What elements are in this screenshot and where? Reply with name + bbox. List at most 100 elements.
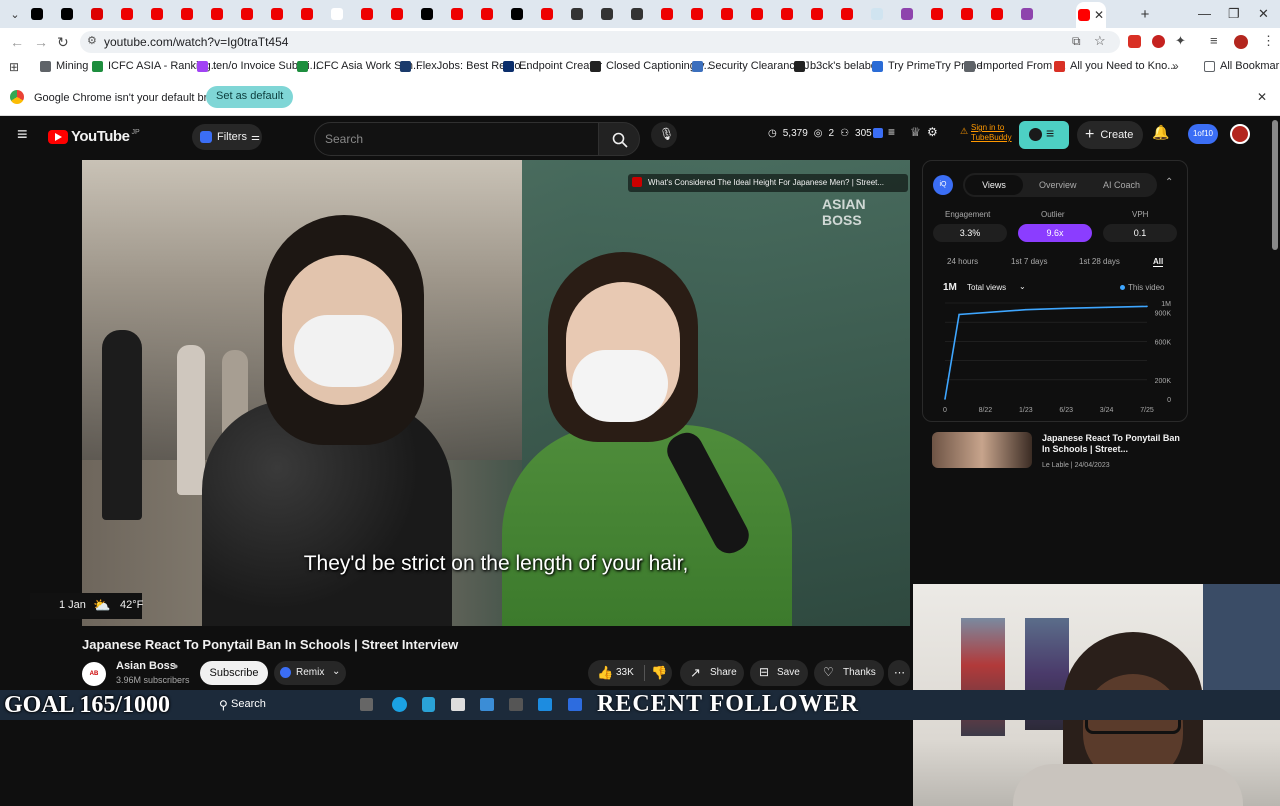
bookmark-item[interactable]: Mining <box>40 60 88 72</box>
browser-tab[interactable] <box>742 4 772 24</box>
views-dropdown[interactable]: Total views <box>967 283 1006 292</box>
browser-tab[interactable] <box>112 4 142 24</box>
range-all[interactable]: All <box>1153 257 1164 267</box>
tubebuddy-sign-in-link[interactable]: Sign in to TubeBuddy <box>971 123 1017 143</box>
browser-tab[interactable] <box>292 4 322 24</box>
youtube-logo[interactable]: YouTube JP <box>48 128 140 145</box>
tab-overview[interactable]: Overview <box>1039 180 1077 190</box>
browser-tab[interactable] <box>562 4 592 24</box>
more-actions-button[interactable]: ⋯ <box>888 660 910 686</box>
end-card[interactable]: What's Considered The Ideal Height For J… <box>628 174 908 192</box>
browser-tab[interactable] <box>682 4 712 24</box>
app-icon[interactable] <box>509 698 523 711</box>
extensions-puzzle-icon[interactable]: ✦ <box>1175 33 1186 49</box>
extension-icon[interactable] <box>1128 35 1141 48</box>
set-default-button[interactable]: Set as default <box>206 86 294 108</box>
menu-icon[interactable]: ⋮ <box>1262 33 1275 49</box>
site-info-icon[interactable]: ⚙ <box>87 34 97 47</box>
thumbs-down-icon[interactable]: 👎 <box>651 665 667 681</box>
like-count[interactable]: 33K <box>616 667 634 678</box>
all-bookmarks[interactable]: All Bookmarks <box>1204 60 1280 72</box>
browser-tab[interactable] <box>1012 4 1042 24</box>
related-thumbnail[interactable] <box>932 432 1032 468</box>
chevron-down-icon[interactable]: ⌄ <box>1019 282 1026 291</box>
browser-tab[interactable] <box>832 4 862 24</box>
zoom-icon[interactable] <box>568 698 582 711</box>
extension-icon[interactable] <box>1152 35 1165 48</box>
tab-ai-coach[interactable]: AI Coach <box>1103 180 1140 190</box>
close-tab-icon[interactable]: ✕ <box>1094 8 1104 22</box>
range-24-hours[interactable]: 24 hours <box>947 257 978 266</box>
browser-tab[interactable] <box>772 4 802 24</box>
taskbar-search[interactable]: Search <box>231 698 266 710</box>
thumbs-up-icon[interactable]: 👍 <box>597 665 613 681</box>
new-tab-button[interactable]: + <box>1130 4 1160 24</box>
back-icon[interactable]: ← <box>10 34 24 50</box>
app-icon[interactable] <box>480 698 494 711</box>
vidiq-counter-badge[interactable]: 1of10 <box>1188 124 1218 144</box>
profile-avatar[interactable] <box>1234 35 1248 49</box>
subscribe-button[interactable]: Subscribe <box>200 661 268 685</box>
url-text[interactable]: youtube.com/watch?v=Ig0traTt454 <box>104 35 288 49</box>
range-first-28-days[interactable]: 1st 28 days <box>1079 257 1120 266</box>
forward-icon[interactable]: → <box>34 34 48 50</box>
bookmark-item[interactable]: b3ck's belabox <box>794 60 882 72</box>
search-button[interactable] <box>598 122 640 156</box>
browser-tab[interactable] <box>472 4 502 24</box>
browser-tab[interactable] <box>52 4 82 24</box>
browser-tab[interactable] <box>532 4 562 24</box>
browser-tab[interactable] <box>82 4 112 24</box>
settings-icon[interactable]: ⚙ <box>927 125 938 139</box>
browser-tab[interactable] <box>622 4 652 24</box>
browser-tab[interactable] <box>802 4 832 24</box>
browser-tab[interactable] <box>442 4 472 24</box>
trophy-icon[interactable]: ♕ <box>910 125 921 139</box>
tab-active-youtube[interactable]: ✕ <box>1076 2 1106 28</box>
install-icon[interactable]: ⧉ <box>1072 34 1081 49</box>
close-infobar-icon[interactable]: ✕ <box>1257 90 1267 104</box>
remix-button[interactable]: Remix ⌄ <box>274 661 346 685</box>
browser-tab[interactable] <box>952 4 982 24</box>
minimize-button[interactable]: — <box>1198 6 1211 21</box>
browser-tab[interactable] <box>892 4 922 24</box>
notifications-bell-icon[interactable]: 🔔 <box>1152 124 1169 141</box>
video-player[interactable]: What's Considered The Ideal Height For J… <box>82 160 910 626</box>
address-bar[interactable]: ⚙ youtube.com/watch?v=Ig0traTt454 ⧉ ☆ <box>80 31 1120 53</box>
browser-tab[interactable] <box>592 4 622 24</box>
related-title[interactable]: Japanese React To Ponytail Ban In School… <box>1042 433 1182 455</box>
browser-tab[interactable] <box>502 4 532 24</box>
app-icon[interactable] <box>422 697 435 712</box>
edge-icon[interactable] <box>392 697 407 712</box>
bookmark-item[interactable]: Endpoint Creator <box>503 60 602 72</box>
maximize-button[interactable]: ❐ <box>1228 6 1240 22</box>
task-view-icon[interactable] <box>360 698 373 711</box>
browser-tab[interactable] <box>322 4 352 24</box>
search-input[interactable]: Search <box>314 122 600 156</box>
range-first-7-days[interactable]: 1st 7 days <box>1011 257 1047 266</box>
tubebuddy-menu-button[interactable]: ≡ <box>1019 121 1069 149</box>
browser-tab[interactable] <box>202 4 232 24</box>
browser-tab[interactable] <box>262 4 292 24</box>
browser-tab[interactable] <box>232 4 262 24</box>
media-controls-icon[interactable]: ≡ <box>1210 33 1218 48</box>
browser-tab[interactable] <box>412 4 442 24</box>
share-button[interactable]: ↗ Share <box>680 660 744 686</box>
close-window-button[interactable]: ✕ <box>1258 6 1269 22</box>
browser-tab[interactable] <box>172 4 202 24</box>
save-button[interactable]: ⊟ Save <box>750 660 808 686</box>
account-avatar[interactable] <box>1230 124 1250 144</box>
chevron-up-icon[interactable]: ⌃ <box>1165 177 1173 188</box>
voice-search-button[interactable]: 🎙 <box>651 122 677 148</box>
bookmark-star-icon[interactable]: ☆ <box>1094 33 1106 49</box>
browser-tab[interactable] <box>382 4 412 24</box>
create-button[interactable]: + Create <box>1077 121 1143 149</box>
browser-tab[interactable] <box>712 4 742 24</box>
thanks-button[interactable]: ♡ Thanks <box>814 660 884 686</box>
browser-tab[interactable] <box>22 4 52 24</box>
browser-tab[interactable] <box>862 4 892 24</box>
tab-views[interactable]: Views <box>965 175 1023 195</box>
channel-avatar[interactable]: AB <box>82 662 106 686</box>
more-bookmarks-icon[interactable]: » <box>1172 59 1179 73</box>
browser-tab[interactable] <box>922 4 952 24</box>
guide-menu-icon[interactable]: ≡ <box>17 124 28 145</box>
